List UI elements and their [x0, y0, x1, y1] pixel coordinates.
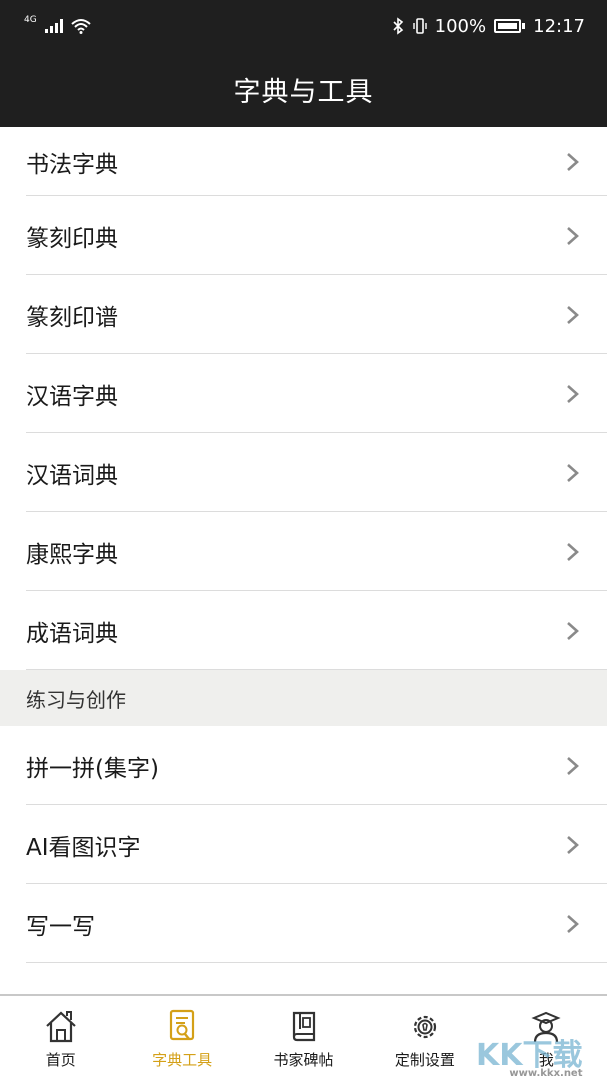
list-item-label: AI看图识字 [26, 834, 141, 861]
tab-label: 字典工具 [152, 1051, 213, 1069]
tab-custom-settings[interactable]: 定制设置 [364, 996, 485, 1080]
section-header-practice: 练习与创作 [0, 670, 607, 726]
list-item-label: 汉语词典 [26, 462, 118, 489]
bluetooth-icon [393, 17, 403, 35]
chevron-right-icon [567, 756, 579, 775]
list-item-label: 画一画 [26, 986, 95, 995]
chevron-right-icon [567, 542, 579, 561]
tab-label: 首页 [45, 1051, 76, 1069]
network-type: 4G [24, 14, 37, 25]
tools-list: 书法字典 篆刻印典 篆刻印谱 汉语字典 汉语词典 康熙字典 成语词典 练习与创作… [0, 127, 607, 994]
list-item-label: 康熙字典 [26, 541, 118, 568]
status-bar: 4G 100% 12:17 [0, 0, 607, 52]
book-icon [292, 1011, 315, 1042]
dictionary-icon [170, 1009, 195, 1041]
watermark-logo: KK下载 www.kkx.net [476, 1038, 583, 1079]
gear-icon [413, 1015, 437, 1039]
list-item-label: 写一写 [26, 913, 95, 940]
chevron-right-icon [567, 152, 579, 171]
battery-percent: 100% [434, 15, 487, 37]
signal-icon [44, 19, 63, 33]
status-right: 100% 12:17 [391, 16, 585, 37]
page-title: 字典与工具 [233, 77, 374, 108]
list-item-chinese-word-dictionary[interactable]: 汉语词典 [0, 433, 607, 512]
list-item-label: 书法字典 [26, 151, 118, 178]
chevron-right-icon [567, 305, 579, 324]
list-item-label: 篆刻印谱 [26, 304, 118, 331]
list-item-label: 成语词典 [26, 620, 118, 647]
tab-home[interactable]: 首页 [0, 996, 121, 1080]
list-item-calligraphy-dictionary[interactable]: 书法字典 [0, 127, 607, 196]
clock: 12:17 [533, 15, 585, 37]
tab-label: 定制设置 [394, 1051, 455, 1069]
list-item-write[interactable]: 写一写 [0, 884, 607, 963]
battery-icon [494, 19, 526, 33]
vibrate-icon [412, 18, 427, 34]
wifi-icon [71, 19, 91, 34]
list-item-seal-carving-dictionary[interactable]: 篆刻印典 [0, 196, 607, 275]
list-item-idiom-dictionary[interactable]: 成语词典 [0, 591, 607, 670]
home-icon [45, 1011, 76, 1043]
section-title: 练习与创作 [26, 687, 126, 712]
chevron-right-icon [567, 914, 579, 933]
list-item-character-collage[interactable]: 拼一拼(集字) [0, 726, 607, 805]
chevron-right-icon [567, 835, 579, 854]
status-left: 4G [24, 14, 91, 34]
list-item-kangxi-dictionary[interactable]: 康熙字典 [0, 512, 607, 591]
tab-dictionary-tools[interactable]: 字典工具 [121, 996, 242, 1080]
chevron-right-icon [567, 226, 579, 245]
list-item-label: 拼一拼(集字) [26, 755, 159, 782]
tab-label: 书家碑帖 [273, 1051, 334, 1069]
list-item-seal-carving-album[interactable]: 篆刻印谱 [0, 275, 607, 354]
list-item-draw[interactable]: 画一画 [0, 963, 607, 994]
tab-calligraphers-steles[interactable]: 书家碑帖 [243, 996, 364, 1080]
chevron-right-icon [567, 463, 579, 482]
chevron-right-icon [567, 384, 579, 403]
list-item-label: 篆刻印典 [26, 225, 118, 252]
list-item-ai-image-recognition[interactable]: AI看图识字 [0, 805, 607, 884]
list-item-chinese-character-dictionary[interactable]: 汉语字典 [0, 354, 607, 433]
chevron-right-icon [567, 621, 579, 640]
list-item-label: 汉语字典 [26, 383, 118, 410]
app-header: 字典与工具 [0, 52, 607, 127]
